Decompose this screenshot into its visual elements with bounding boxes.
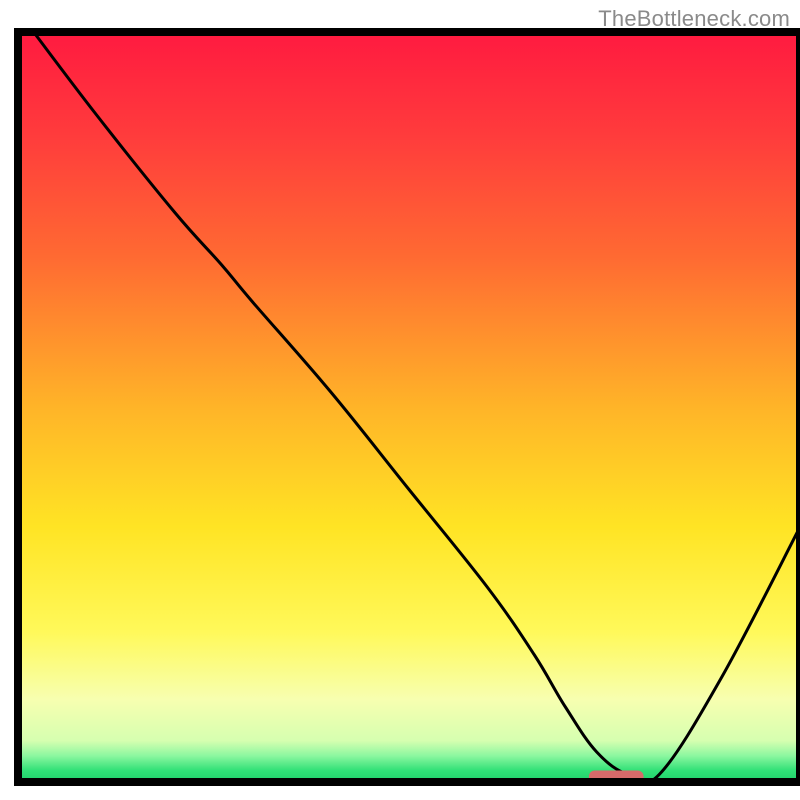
chart-canvas: TheBottleneck.com [0,0,800,800]
watermark-label: TheBottleneck.com [598,6,790,32]
bottleneck-chart-svg [0,0,800,800]
plot-background [18,32,800,782]
